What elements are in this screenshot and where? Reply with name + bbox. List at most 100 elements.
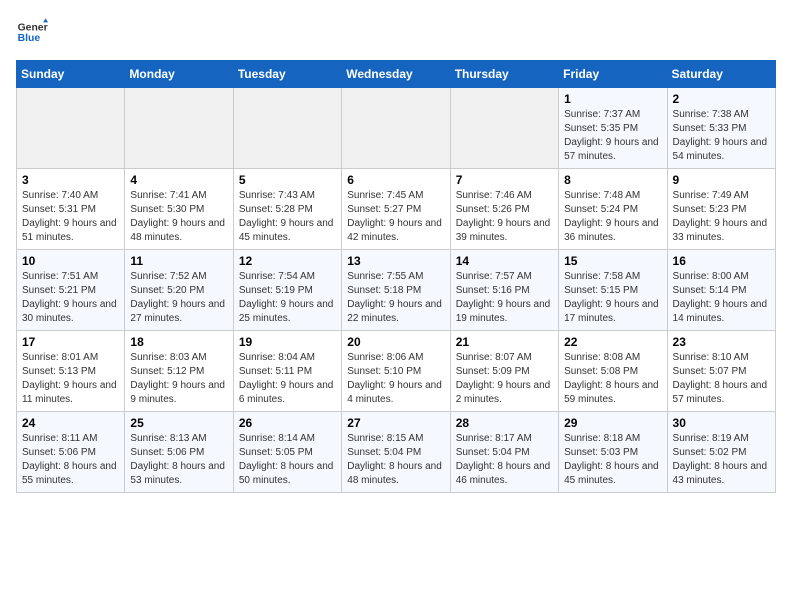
day-cell: 12Sunrise: 7:54 AM Sunset: 5:19 PM Dayli… bbox=[233, 250, 341, 331]
day-info: Sunrise: 7:38 AM Sunset: 5:33 PM Dayligh… bbox=[673, 108, 770, 164]
day-cell: 20Sunrise: 8:06 AM Sunset: 5:10 PM Dayli… bbox=[342, 331, 450, 412]
day-info: Sunrise: 7:45 AM Sunset: 5:27 PM Dayligh… bbox=[347, 189, 444, 245]
day-info: Sunrise: 8:15 AM Sunset: 5:04 PM Dayligh… bbox=[347, 432, 444, 488]
day-info: Sunrise: 8:01 AM Sunset: 5:13 PM Dayligh… bbox=[22, 351, 119, 407]
week-row-2: 3Sunrise: 7:40 AM Sunset: 5:31 PM Daylig… bbox=[17, 169, 776, 250]
week-row-4: 17 Sunrise: 8:01 AM Sunset: 5:13 PM Dayli… bbox=[17, 331, 776, 412]
day-cell bbox=[17, 88, 125, 169]
day-cell: 25 Sunrise: 8:13 AM Sunset: 5:06 PM Dayli… bbox=[125, 412, 233, 493]
day-cell bbox=[450, 88, 558, 169]
day-cell: 13 Sunrise: 7:55 AM Sunset: 5:18 PM Dayli… bbox=[342, 250, 450, 331]
day-info: Sunrise: 7:41 AM Sunset: 5:30 PM Dayligh… bbox=[130, 189, 227, 245]
day-info: Sunrise: 8:11 AM Sunset: 5:06 PM Dayligh… bbox=[22, 432, 119, 488]
day-header-monday: Monday bbox=[125, 61, 233, 88]
day-info: Sunrise: 8:10 AM Sunset: 5:07 PM Dayligh… bbox=[673, 351, 770, 407]
day-cell: 16Sunrise: 8:00 AM Sunset: 5:14 PM Dayli… bbox=[667, 250, 775, 331]
day-info: Sunrise: 8:03 AM Sunset: 5:12 PM Dayligh… bbox=[130, 351, 227, 407]
header: General Blue bbox=[16, 16, 776, 48]
week-row-3: 10 Sunrise: 7:51 AM Sunset: 5:21 PM Dayli… bbox=[17, 250, 776, 331]
day-cell: 11 Sunrise: 7:52 AM Sunset: 5:20 PM Dayli… bbox=[125, 250, 233, 331]
day-cell: 19 Sunrise: 8:04 AM Sunset: 5:11 PM Dayli… bbox=[233, 331, 341, 412]
day-number: 18 bbox=[130, 335, 227, 349]
day-number: 20 bbox=[347, 335, 444, 349]
day-cell bbox=[125, 88, 233, 169]
week-row-1: 1 Sunrise: 7:37 AM Sunset: 5:35 PM Daylig… bbox=[17, 88, 776, 169]
day-number: 25 bbox=[130, 416, 227, 430]
week-row-5: 24Sunrise: 8:11 AM Sunset: 5:06 PM Dayli… bbox=[17, 412, 776, 493]
day-info: Sunrise: 8:18 AM Sunset: 5:03 PM Dayligh… bbox=[564, 432, 661, 488]
day-cell: 30 Sunrise: 8:19 AM Sunset: 5:02 PM Dayli… bbox=[667, 412, 775, 493]
day-cell: 1 Sunrise: 7:37 AM Sunset: 5:35 PM Daylig… bbox=[559, 88, 667, 169]
day-info: Sunrise: 7:43 AM Sunset: 5:28 PM Dayligh… bbox=[239, 189, 336, 245]
day-number: 9 bbox=[673, 173, 770, 187]
day-cell: 17 Sunrise: 8:01 AM Sunset: 5:13 PM Dayli… bbox=[17, 331, 125, 412]
day-header-sunday: Sunday bbox=[17, 61, 125, 88]
day-info: Sunrise: 7:58 AM Sunset: 5:15 PM Dayligh… bbox=[564, 270, 661, 326]
day-number: 17 bbox=[22, 335, 119, 349]
day-info: Sunrise: 7:37 AM Sunset: 5:35 PM Dayligh… bbox=[564, 108, 661, 164]
day-info: Sunrise: 8:08 AM Sunset: 5:08 PM Dayligh… bbox=[564, 351, 661, 407]
day-number: 13 bbox=[347, 254, 444, 268]
day-cell: 9 Sunrise: 7:49 AM Sunset: 5:23 PM Daylig… bbox=[667, 169, 775, 250]
day-info: Sunrise: 8:07 AM Sunset: 5:09 PM Dayligh… bbox=[456, 351, 553, 407]
day-cell: 21 Sunrise: 8:07 AM Sunset: 5:09 PM Dayli… bbox=[450, 331, 558, 412]
day-number: 26 bbox=[239, 416, 336, 430]
day-cell: 10 Sunrise: 7:51 AM Sunset: 5:21 PM Dayli… bbox=[17, 250, 125, 331]
day-cell: 28 Sunrise: 8:17 AM Sunset: 5:04 PM Dayli… bbox=[450, 412, 558, 493]
day-cell: 18 Sunrise: 8:03 AM Sunset: 5:12 PM Dayli… bbox=[125, 331, 233, 412]
day-number: 27 bbox=[347, 416, 444, 430]
day-number: 19 bbox=[239, 335, 336, 349]
day-number: 22 bbox=[564, 335, 661, 349]
day-number: 10 bbox=[22, 254, 119, 268]
svg-text:Blue: Blue bbox=[18, 33, 41, 44]
day-number: 11 bbox=[130, 254, 227, 268]
day-header-friday: Friday bbox=[559, 61, 667, 88]
day-number: 15 bbox=[564, 254, 661, 268]
day-number: 28 bbox=[456, 416, 553, 430]
day-number: 7 bbox=[456, 173, 553, 187]
day-cell bbox=[233, 88, 341, 169]
day-cell: 22 Sunrise: 8:08 AM Sunset: 5:08 PM Dayli… bbox=[559, 331, 667, 412]
day-number: 30 bbox=[673, 416, 770, 430]
day-info: Sunrise: 8:19 AM Sunset: 5:02 PM Dayligh… bbox=[673, 432, 770, 488]
day-info: Sunrise: 7:51 AM Sunset: 5:21 PM Dayligh… bbox=[22, 270, 119, 326]
logo: General Blue bbox=[16, 16, 48, 48]
day-cell: 14 Sunrise: 7:57 AM Sunset: 5:16 PM Dayli… bbox=[450, 250, 558, 331]
day-info: Sunrise: 7:55 AM Sunset: 5:18 PM Dayligh… bbox=[347, 270, 444, 326]
header-row: SundayMondayTuesdayWednesdayThursdayFrid… bbox=[17, 61, 776, 88]
day-cell: 24Sunrise: 8:11 AM Sunset: 5:06 PM Dayli… bbox=[17, 412, 125, 493]
day-cell: 7Sunrise: 7:46 AM Sunset: 5:26 PM Daylig… bbox=[450, 169, 558, 250]
day-number: 5 bbox=[239, 173, 336, 187]
day-cell: 5 Sunrise: 7:43 AM Sunset: 5:28 PM Daylig… bbox=[233, 169, 341, 250]
day-number: 6 bbox=[347, 173, 444, 187]
day-header-saturday: Saturday bbox=[667, 61, 775, 88]
day-number: 3 bbox=[22, 173, 119, 187]
day-cell: 2 Sunrise: 7:38 AM Sunset: 5:33 PM Daylig… bbox=[667, 88, 775, 169]
day-cell: 3Sunrise: 7:40 AM Sunset: 5:31 PM Daylig… bbox=[17, 169, 125, 250]
day-cell bbox=[342, 88, 450, 169]
day-info: Sunrise: 8:00 AM Sunset: 5:14 PM Dayligh… bbox=[673, 270, 770, 326]
day-info: Sunrise: 7:48 AM Sunset: 5:24 PM Dayligh… bbox=[564, 189, 661, 245]
day-info: Sunrise: 8:13 AM Sunset: 5:06 PM Dayligh… bbox=[130, 432, 227, 488]
calendar-table: SundayMondayTuesdayWednesdayThursdayFrid… bbox=[16, 60, 776, 493]
day-info: Sunrise: 8:04 AM Sunset: 5:11 PM Dayligh… bbox=[239, 351, 336, 407]
day-cell: 15 Sunrise: 7:58 AM Sunset: 5:15 PM Dayli… bbox=[559, 250, 667, 331]
day-info: Sunrise: 7:54 AM Sunset: 5:19 PM Dayligh… bbox=[239, 270, 336, 326]
day-number: 2 bbox=[673, 92, 770, 106]
day-info: Sunrise: 8:17 AM Sunset: 5:04 PM Dayligh… bbox=[456, 432, 553, 488]
day-number: 4 bbox=[130, 173, 227, 187]
svg-text:General: General bbox=[18, 22, 48, 33]
day-info: Sunrise: 7:52 AM Sunset: 5:20 PM Dayligh… bbox=[130, 270, 227, 326]
day-cell: 8Sunrise: 7:48 AM Sunset: 5:24 PM Daylig… bbox=[559, 169, 667, 250]
day-info: Sunrise: 7:49 AM Sunset: 5:23 PM Dayligh… bbox=[673, 189, 770, 245]
day-number: 14 bbox=[456, 254, 553, 268]
day-number: 1 bbox=[564, 92, 661, 106]
day-number: 21 bbox=[456, 335, 553, 349]
day-cell: 4 Sunrise: 7:41 AM Sunset: 5:30 PM Daylig… bbox=[125, 169, 233, 250]
day-info: Sunrise: 7:57 AM Sunset: 5:16 PM Dayligh… bbox=[456, 270, 553, 326]
day-info: Sunrise: 8:14 AM Sunset: 5:05 PM Dayligh… bbox=[239, 432, 336, 488]
day-header-tuesday: Tuesday bbox=[233, 61, 341, 88]
logo-icon: General Blue bbox=[16, 16, 48, 48]
day-cell: 27 Sunrise: 8:15 AM Sunset: 5:04 PM Dayli… bbox=[342, 412, 450, 493]
day-header-thursday: Thursday bbox=[450, 61, 558, 88]
